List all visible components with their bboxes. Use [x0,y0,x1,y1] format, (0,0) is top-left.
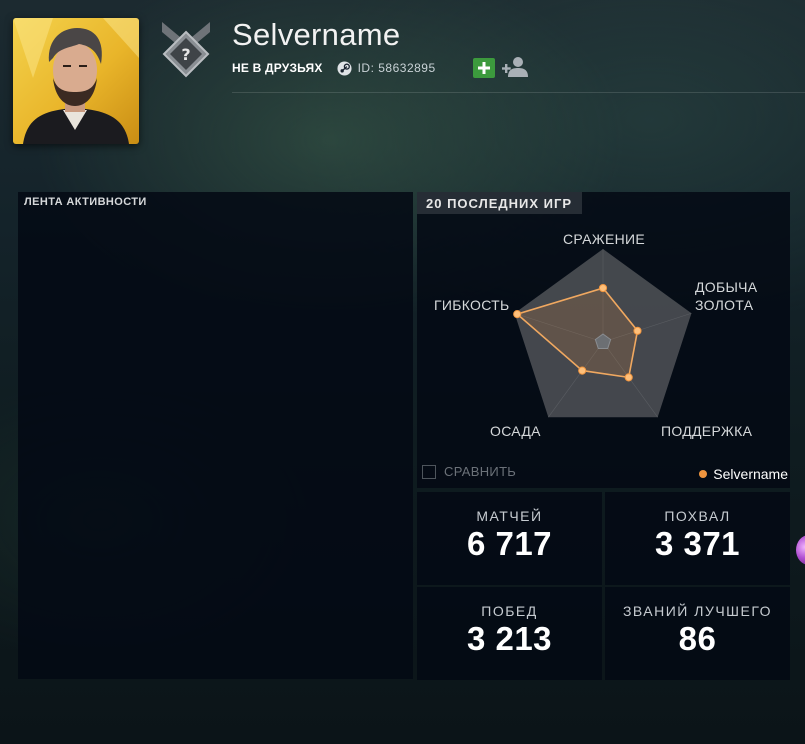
axis-label-farming-line2: ЗОЛОТА [695,297,754,313]
stat-commends: ПОХВАЛ 3 371 [605,492,790,585]
radar-point-4 [513,310,522,319]
stat-mvp-label: ЗВАНИЙ ЛУЧШЕГО [622,603,773,619]
stat-matches-value: 6 717 [466,525,553,562]
avatar-portrait [13,18,139,144]
avatar[interactable] [13,18,139,144]
stat-matches: МАТЧЕЙ 6 717 [417,492,602,585]
header-divider [232,92,805,93]
chart-legend: Selvername [699,466,788,482]
radar-point-3 [578,366,587,375]
stat-mvp-value: 86 [678,620,717,657]
stat-wins-label: ПОБЕД [481,603,538,619]
profile-meta: НЕ В ДРУЗЬЯХ ID: 58632895 [232,60,436,76]
add-friend-button[interactable] [473,58,495,78]
axis-label-pushing: ОСАДА [490,423,541,439]
stat-commends-label: ПОХВАЛ [664,508,731,524]
rank-medal-icon[interactable]: ? [158,20,214,82]
stat-wins: ПОБЕД 3 213 [417,587,602,680]
plus-icon [478,62,490,74]
axis-label-support: ПОДДЕРЖКА [661,423,753,439]
stat-mvp: ЗВАНИЙ ЛУЧШЕГО 86 [605,587,790,680]
stat-matches-label: МАТЧЕЙ [476,508,543,524]
recent-games-panel: 20 ПОСЛЕДНИХ ИГР СРАЖЕНИЕ ДОБЫЧА ЗОЛОТА … [417,192,790,488]
friend-status: НЕ В ДРУЗЬЯХ [232,61,323,75]
side-orb-decoration [796,535,805,565]
activity-feed-title: ЛЕНТА АКТИВНОСТИ [24,196,147,208]
axis-label-farming: ДОБЫЧА ЗОЛОТА [695,278,757,314]
compare-checkbox[interactable] [422,464,436,479]
stat-wins-value: 3 213 [466,620,553,657]
player-name: Selvername [232,17,401,52]
svg-text:?: ? [181,45,190,64]
stat-commends-value: 3 371 [654,525,741,562]
radar-point-0 [598,283,608,293]
axis-label-versatility: ГИБКОСТЬ [434,297,510,313]
add-person-icon[interactable] [502,56,528,78]
steam-icon[interactable] [337,60,352,76]
radar-point-2 [624,373,633,382]
axis-label-fighting: СРАЖЕНИЕ [563,231,646,247]
radar-point-1 [633,326,642,335]
steam-id: ID: 58632895 [357,61,436,75]
legend-label: Selvername [713,466,788,482]
compare-label: СРАВНИТЬ [444,464,517,479]
axis-label-farming-line1: ДОБЫЧА [695,279,758,295]
compare-toggle[interactable]: СРАВНИТЬ [422,464,516,479]
legend-dot [699,470,708,478]
activity-feed-panel: ЛЕНТА АКТИВНОСТИ [18,192,413,679]
